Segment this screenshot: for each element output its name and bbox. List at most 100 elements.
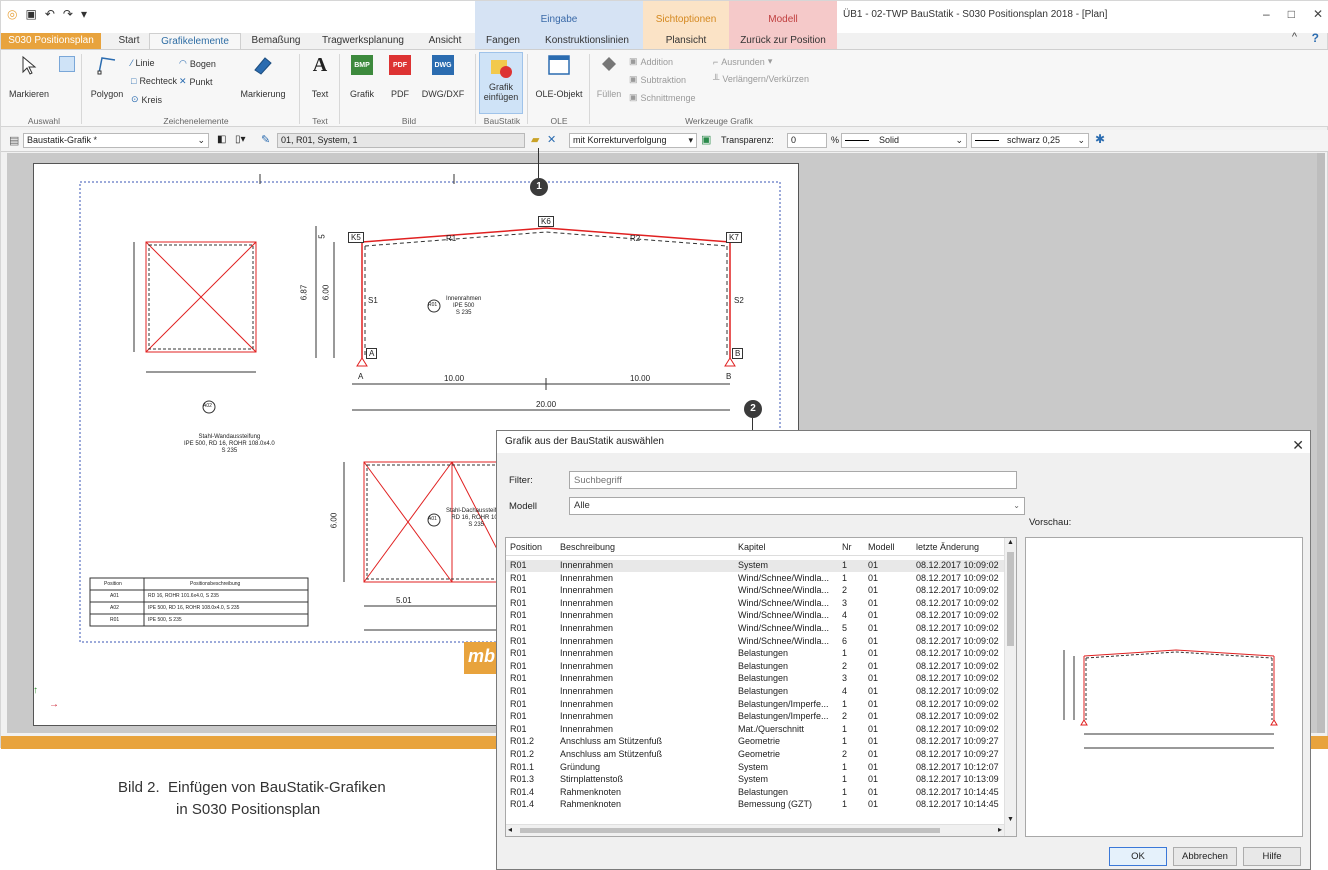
column-kapitel[interactable]: Kapitel [738,542,766,552]
dialog-close-icon[interactable]: ✕ [1292,434,1304,456]
filter-input[interactable] [569,471,1017,489]
table-cell: R01 [510,698,527,709]
tab-positionsplan[interactable]: S030 Positionsplan [1,33,101,49]
scroll-thumb[interactable] [520,828,940,833]
redo-icon[interactable]: ↷ [63,7,73,21]
fuellen-button[interactable]: Füllen [593,54,625,99]
table-row[interactable]: R01 Innenrahmen Wind/Schnee/Windla... 6 01 08… [506,636,1004,648]
scroll-left-icon[interactable]: ◂ [508,825,512,834]
markieren-button[interactable]: Markieren [7,54,51,99]
punkt-button[interactable]: ✕ Punkt [179,76,213,87]
table-row[interactable]: R01 Innenrahmen Belastungen/Imperfe... 2 01 0… [506,711,1004,723]
table-row[interactable]: R01 Innenrahmen Belastungen 1 01 08.12.2017 1… [506,648,1004,660]
settings-gear-icon[interactable]: ✱ [1095,132,1105,146]
schnittmenge-button[interactable]: ▣ Schnittmenge [629,92,696,103]
table-row[interactable]: R01.4 Rahmenknoten Bemessung (GZT) 1 01 08.12… [506,799,1004,811]
linie-button[interactable]: ⁄ Linie [131,58,155,68]
column-modell[interactable]: Modell [868,542,895,552]
table-cell: Innenrahmen [560,560,614,570]
table-row[interactable]: R01 Innenrahmen Belastungen 4 01 08.12.2017 1… [506,686,1004,698]
tab-plansicht[interactable]: Plansicht [647,33,725,49]
maximize-button[interactable]: □ [1288,7,1295,21]
bogen-button[interactable]: ◠ Bogen [179,58,216,69]
column-beschreibung[interactable]: Beschreibung [560,542,615,552]
table-row[interactable]: R01.1 Gründung System 1 01 08.12.2017 10:12:0… [506,762,1004,774]
polygon-button[interactable]: Polygon [87,54,127,99]
tracking-select[interactable]: mit Korrekturverfolgung ▾ [569,133,697,148]
pen-icon[interactable]: ✎ [261,133,270,146]
model-select[interactable]: Alle ⌄ [569,497,1025,515]
kreis-button[interactable]: ⊙ Kreis [131,94,162,105]
color-swatch-icon[interactable]: ▣ [701,133,711,146]
ole-objekt-button[interactable]: OLE-Objekt [533,54,585,99]
table-row[interactable]: R01 Innenrahmen Mat./Querschnitt 1 01 08.12.2… [506,724,1004,736]
scroll-right-icon[interactable]: ▸ [998,825,1002,834]
collapse-ribbon-icon[interactable]: ^ [1292,31,1297,43]
table-row[interactable]: R01.2 Anschluss am Stützenfuß Geometrie 2 01… [506,749,1004,761]
graphics-list[interactable]: Position Beschreibung Kapitel Nr Modell … [505,537,1017,837]
help-button[interactable]: Hilfe [1243,847,1301,866]
table-row[interactable]: R01.3 Stirnplattenstoß System 1 01 08.12.2017… [506,774,1004,786]
tab-konstruktionslinien[interactable]: Konstruktionslinien [533,33,641,49]
table-row[interactable]: R01 Innenrahmen Wind/Schnee/Windla... 4 01 08… [506,610,1004,622]
line-style-select[interactable]: Solid ⌄ [841,133,967,148]
column-letzte-aenderung[interactable]: letzte Änderung [916,542,979,552]
grafik-einfuegen-button[interactable]: Grafik einfügen [479,52,523,114]
scroll-down-icon[interactable]: ▼ [1007,816,1014,823]
tab-zurueck-zur-position[interactable]: Zurück zur Position [731,33,835,49]
addition-button[interactable]: ▣ Addition [629,56,673,67]
column-nr[interactable]: Nr [842,542,852,552]
node-label-b: B [732,348,744,359]
table-cell: R01.2 [510,736,535,747]
list-vertical-scrollbar[interactable]: ▲ ▼ [1004,538,1016,836]
subtraktion-button[interactable]: ▣ Subtraktion [629,74,686,85]
layer-page-icon[interactable]: ▯▾ [235,134,246,145]
ok-button[interactable]: OK [1109,847,1167,866]
clear-icon[interactable]: ✕ [547,133,556,146]
table-row[interactable]: R01 Innenrahmen Wind/Schnee/Windla... 5 01 08… [506,623,1004,635]
reference-field[interactable]: 01, R01, System, 1 [277,133,525,148]
save-icon[interactable]: ▣ [25,7,36,21]
scroll-up-icon[interactable]: ▲ [1007,539,1014,546]
table-row[interactable]: R01 Innenrahmen Wind/Schnee/Windla... 3 01 08… [506,598,1004,610]
tab-fangen[interactable]: Fangen [479,33,527,49]
transparency-input[interactable]: 0 [787,133,827,148]
canvas-vertical-scrollbar[interactable] [1317,153,1325,733]
table-row[interactable]: R01.4 Rahmenknoten Belastungen 1 01 08.12.201… [506,787,1004,799]
customize-qat-icon[interactable]: ▾ [81,7,87,21]
tab-bemassung[interactable]: Bemaßung [245,33,307,49]
table-row[interactable]: R01 Innenrahmen Belastungen 2 01 08.12.2017 1… [506,661,1004,673]
minimize-button[interactable]: – [1263,7,1270,21]
select-mode-icon[interactable] [59,56,75,72]
tab-grafikelemente[interactable]: Grafikelemente [149,33,241,49]
markierung-button[interactable]: Markierung [235,54,291,99]
text-button[interactable]: A Text [305,54,335,99]
table-row[interactable]: R01.2 Anschluss am Stützenfuß Geometrie 1 01… [506,736,1004,748]
table-row[interactable]: R01 Innenrahmen Wind/Schnee/Windla... 2 01 08… [506,585,1004,597]
tab-ansicht[interactable]: Ansicht [419,33,471,49]
cancel-button[interactable]: Abbrechen [1173,847,1237,866]
column-position[interactable]: Position [510,542,542,552]
close-button[interactable]: ✕ [1313,7,1323,21]
layer-select[interactable]: Baustatik-Grafik * ⌄ [23,133,209,148]
verlaengern-button[interactable]: ╨ Verlängern/Verkürzen [713,74,809,84]
table-row[interactable]: R01 Innenrahmen Wind/Schnee/Windla... 1 01 08… [506,573,1004,585]
table-cell: 08.12.2017 10:09:02 [916,572,999,583]
ausrunden-button[interactable]: ⌐ Ausrunden ▾ [713,56,772,67]
tab-tragwerksplanung[interactable]: Tragwerksplanung [315,33,411,49]
table-row[interactable]: R01 Innenrahmen System 1 01 08.12.2017 10:09:… [506,560,1004,572]
undo-icon[interactable]: ↶ [45,7,55,21]
scroll-thumb[interactable] [1007,552,1014,646]
list-horizontal-scrollbar[interactable]: ◂ ▸ [506,824,1004,836]
dwg-dxf-button[interactable]: DWG DWG/DXF [419,54,467,99]
rechteck-button[interactable]: □ Rechteck [131,76,177,86]
pdf-button[interactable]: PDF PDF [385,54,415,99]
grafik-button[interactable]: BMP Grafik [347,54,377,99]
line-color-select[interactable]: schwarz 0,25 ⌄ [971,133,1089,148]
folder-icon[interactable]: ▰ [531,133,539,146]
table-row[interactable]: R01 Innenrahmen Belastungen/Imperfe... 1 01 0… [506,699,1004,711]
table-row[interactable]: R01 Innenrahmen Belastungen 3 01 08.12.2017 1… [506,673,1004,685]
help-icon[interactable]: ? [1312,31,1319,45]
tab-start[interactable]: Start [109,33,149,49]
layer-properties-icon[interactable]: ◧ [217,134,226,145]
